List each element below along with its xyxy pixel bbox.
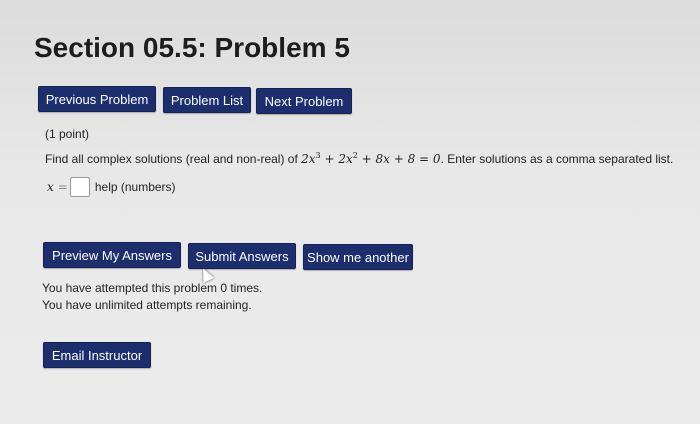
problem-statement: Find all complex solutions (real and non… bbox=[45, 151, 695, 166]
submit-answers-button[interactable]: Submit Answers bbox=[188, 243, 296, 269]
problem-text-after: . Enter solutions as a comma separated l… bbox=[440, 152, 674, 166]
attempted-text: You have attempted this problem 0 times. bbox=[42, 281, 263, 295]
page-title: Section 05.5: Problem 5 bbox=[34, 32, 350, 63]
problem-list-button[interactable]: Problem List bbox=[163, 87, 251, 113]
attempts-status: You have attempted this problem 0 times.… bbox=[42, 280, 262, 314]
answer-variable: x bbox=[47, 180, 54, 194]
show-another-button[interactable]: Show me another bbox=[303, 244, 413, 270]
remaining-text: You have unlimited attempts remaining. bbox=[42, 298, 252, 312]
preview-answers-button[interactable]: Preview My Answers bbox=[43, 242, 181, 268]
email-instructor-button[interactable]: Email Instructor bbox=[43, 342, 151, 368]
equation: 2x3 + 2x2 + 8x + 8 = 0 bbox=[301, 151, 441, 166]
next-problem-button[interactable]: Next Problem bbox=[256, 88, 352, 114]
problem-points: (1 point) bbox=[45, 127, 90, 141]
help-numbers-link[interactable]: help (numbers) bbox=[95, 180, 176, 194]
answer-input[interactable] bbox=[69, 177, 90, 197]
problem-text-before: Find all complex solutions (real and non… bbox=[45, 152, 302, 166]
answer-row: x = help (numbers) bbox=[47, 177, 176, 197]
answer-equals: = bbox=[57, 180, 68, 194]
previous-problem-button[interactable]: Previous Problem bbox=[38, 86, 156, 112]
